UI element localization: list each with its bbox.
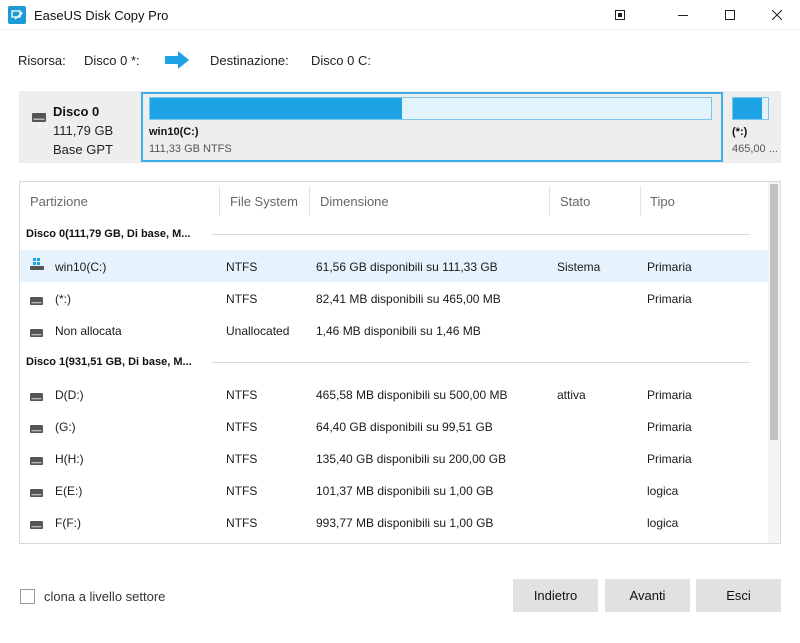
cell-type: Primaria <box>647 260 692 274</box>
back-button[interactable]: Indietro <box>513 579 598 612</box>
cell-size: 993,77 MB disponibili su 1,00 GB <box>316 516 494 530</box>
windows-drive-icon <box>30 258 44 273</box>
disk-group-label: Disco 1(931,51 GB, Di base, M... <box>26 356 192 368</box>
cell-size: 82,41 MB disponibili su 465,00 MB <box>316 292 501 306</box>
table-row[interactable]: F(F:) NTFS 993,77 MB disponibili su 1,00 G… <box>20 506 768 538</box>
cell-size: 465,58 MB disponibili su 500,00 MB <box>316 388 508 402</box>
partition-usage-fill <box>733 98 762 119</box>
cell-partition: E(E:) <box>55 484 83 498</box>
exit-button[interactable]: Esci <box>696 579 781 612</box>
drive-icon <box>30 326 43 340</box>
cell-partition: Non allocata <box>55 324 122 338</box>
disk-size: 111,79 GB <box>53 123 114 138</box>
cell-file-system: NTFS <box>226 452 258 466</box>
cell-type: Primaria <box>647 420 692 434</box>
cell-type: logica <box>647 516 679 530</box>
group-divider <box>212 362 750 363</box>
cell-file-system: NTFS <box>226 420 258 434</box>
column-divider[interactable] <box>219 186 220 216</box>
table-row[interactable]: win10(C:) NTFS 61,56 GB disponibili su 111… <box>20 250 768 282</box>
table-row[interactable]: E(E:) NTFS 101,37 MB disponibili su 1,00 G… <box>20 474 768 506</box>
disk-name: Disco 0 <box>53 104 100 119</box>
sector-clone-label[interactable]: clona a livello settore <box>44 589 165 604</box>
partition-table: Partizione File System Dimensione Stato … <box>19 181 781 544</box>
drive-icon <box>30 518 43 532</box>
disk-group-header: Disco 1(931,51 GB, Di base, M... <box>20 346 768 378</box>
cell-size: 61,56 GB disponibili su 111,33 GB <box>316 260 498 274</box>
restore-icon[interactable] <box>597 0 643 30</box>
table-row[interactable]: H(H:) NTFS 135,40 GB disponibili su 200,00… <box>20 442 768 474</box>
next-button[interactable]: Avanti <box>605 579 690 612</box>
scrollbar[interactable] <box>768 182 780 543</box>
column-header-partition[interactable]: Partizione <box>30 194 88 209</box>
drive-icon <box>30 294 43 308</box>
disk-group-header: Disco 0(111,79 GB, Di base, M... <box>20 218 768 250</box>
column-header-type[interactable]: Tipo <box>650 194 675 209</box>
disk-group-label: Disco 0(111,79 GB, Di base, M... <box>26 228 191 240</box>
table-row[interactable]: (*:) NTFS 82,41 MB disponibili su 465,00 M… <box>20 282 768 314</box>
partition-size: 465,00 ... <box>732 143 778 155</box>
group-divider <box>212 234 750 235</box>
scrollbar-thumb[interactable] <box>770 184 778 440</box>
drive-icon <box>30 486 43 500</box>
cell-file-system: NTFS <box>226 388 258 402</box>
window-title: EaseUS Disk Copy Pro <box>34 8 169 23</box>
cell-file-system: NTFS <box>226 516 258 530</box>
close-icon[interactable] <box>754 0 800 30</box>
cell-size: 101,37 MB disponibili su 1,00 GB <box>316 484 494 498</box>
table-row[interactable]: D(D:) NTFS 465,58 MB disponibili su 500,00… <box>20 378 768 410</box>
table-row[interactable]: Non allocata Unallocated 1,46 MB disponibi… <box>20 314 768 346</box>
table-row[interactable]: (G:) NTFS 64,40 GB disponibili su 99,51 GB… <box>20 410 768 442</box>
column-header-status[interactable]: Stato <box>560 194 590 209</box>
cell-type: Primaria <box>647 452 692 466</box>
app-logo-icon <box>8 6 26 24</box>
cell-partition: (*:) <box>55 292 71 306</box>
column-divider[interactable] <box>640 186 641 216</box>
cell-type: Primaria <box>647 292 692 306</box>
partition-size: 111,33 GB NTFS <box>149 143 232 155</box>
title-bar: EaseUS Disk Copy Pro <box>0 0 800 30</box>
cell-partition: (G:) <box>55 420 76 434</box>
cell-size: 135,40 GB disponibili su 200,00 GB <box>316 452 507 466</box>
sector-clone-checkbox[interactable] <box>20 589 35 604</box>
cell-partition: F(F:) <box>55 516 81 530</box>
source-value: Disco 0 *: <box>84 53 140 68</box>
cell-partition: win10(C:) <box>55 260 107 274</box>
column-divider[interactable] <box>309 186 310 216</box>
destination-label: Destinazione: <box>210 53 289 68</box>
partition-usage-bar <box>149 97 712 120</box>
cell-size: 1,46 MB disponibili su 1,46 MB <box>316 324 481 338</box>
column-divider[interactable] <box>549 186 550 216</box>
partition-usage-fill <box>150 98 403 119</box>
arrow-right-icon <box>164 50 190 73</box>
column-header-size[interactable]: Dimensione <box>320 194 389 209</box>
cell-partition: H(H:) <box>55 452 84 466</box>
drive-icon <box>30 422 43 436</box>
disk-type: Base GPT <box>53 142 113 157</box>
cell-type: logica <box>647 484 679 498</box>
cell-file-system: NTFS <box>226 260 258 274</box>
cell-status: attiva <box>557 388 586 402</box>
column-header-file-system[interactable]: File System <box>230 194 298 209</box>
minimize-icon[interactable] <box>660 0 706 30</box>
destination-value: Disco 0 C: <box>311 53 371 68</box>
cell-status: Sistema <box>557 260 601 274</box>
hard-disk-icon <box>32 111 46 122</box>
cell-partition: D(D:) <box>55 388 84 402</box>
maximize-icon[interactable] <box>707 0 753 30</box>
drive-icon <box>30 454 43 468</box>
partition-usage-bar[interactable] <box>732 97 769 120</box>
cell-file-system: NTFS <box>226 484 258 498</box>
drive-icon <box>30 390 43 404</box>
partition-name: win10(C:) <box>149 126 199 138</box>
partition-name: (*:) <box>732 126 748 138</box>
cell-type: Primaria <box>647 388 692 402</box>
cell-file-system: NTFS <box>226 292 258 306</box>
cell-file-system: Unallocated <box>226 324 290 338</box>
source-label: Risorsa: <box>18 53 66 68</box>
cell-size: 64,40 GB disponibili su 99,51 GB <box>316 420 493 434</box>
